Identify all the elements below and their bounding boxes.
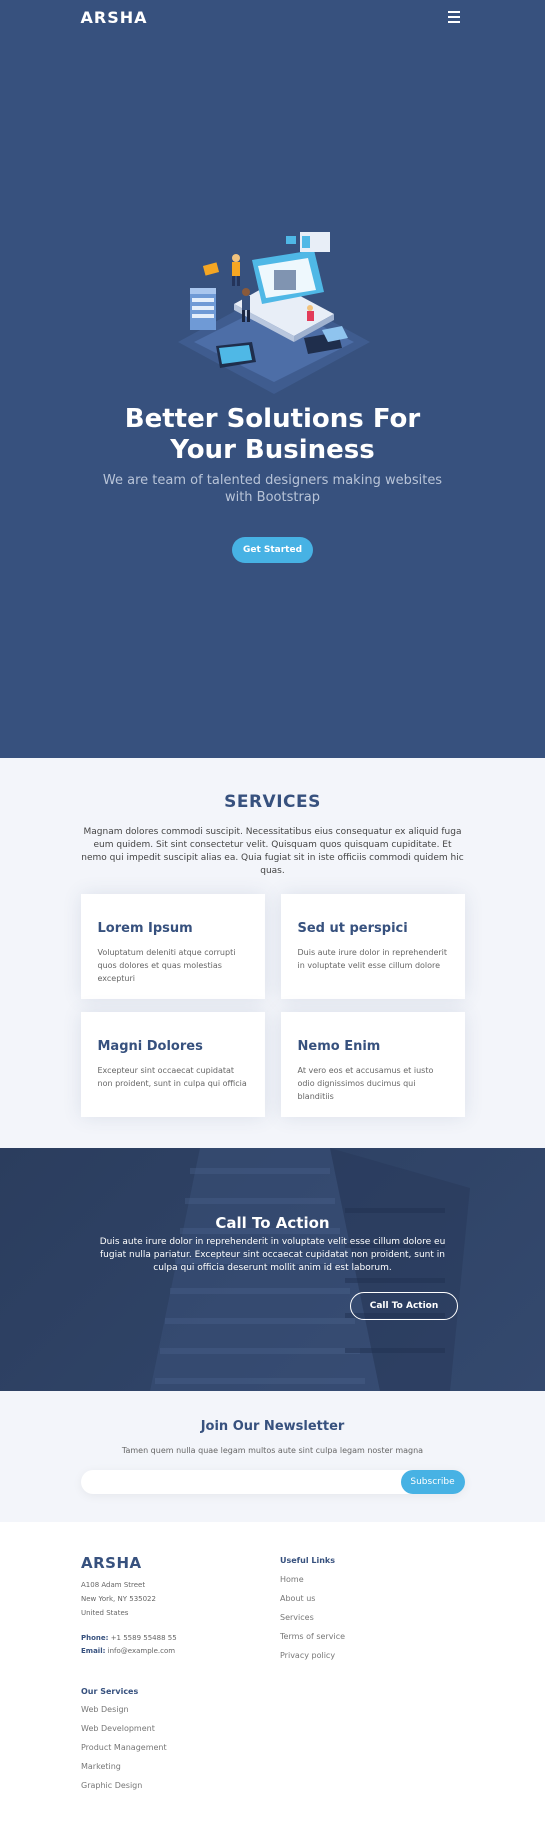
footer-service-web-design[interactable]: Web Design [81, 1700, 167, 1719]
hero-title: Better Solutions For Your Business [124, 404, 421, 465]
get-started-button[interactable]: Get Started [232, 537, 313, 563]
site-logo[interactable]: ARSHA [81, 8, 148, 27]
cta-section: Call To Action Duis aute irure dolor in … [0, 1148, 545, 1391]
footer-link-services[interactable]: Services [280, 1608, 345, 1627]
services-grid: Lorem Ipsum Voluptatum deleniti atque co… [80, 894, 465, 1117]
service-card-title[interactable]: Magni Dolores [98, 1039, 249, 1054]
services-description: Magnam dolores commodi suscipit. Necessi… [81, 827, 464, 876]
useful-links-title: Useful Links [280, 1556, 336, 1565]
cta-title: Call To Action [215, 1214, 330, 1232]
service-card-text: Duis aute irure dolor in reprehenderit i… [297, 948, 448, 970]
service-card-title[interactable]: Sed ut perspici [298, 921, 449, 936]
footer-logo[interactable]: ARSHA [81, 1554, 142, 1572]
phone-number: +1 5589 55488 55 [110, 1634, 177, 1642]
service-card[interactable]: Lorem Ipsum Voluptatum deleniti atque co… [80, 894, 265, 999]
subscribe-button[interactable]: Subscribe [400, 1470, 465, 1494]
footer-link-terms[interactable]: Terms of service [280, 1627, 345, 1646]
service-card[interactable]: Magni Dolores Excepteur sint occaecat cu… [80, 1012, 265, 1117]
hamburger-menu-icon[interactable] [443, 6, 465, 28]
footer-link-privacy[interactable]: Privacy policy [280, 1646, 345, 1665]
email-address: info@example.com [107, 1647, 176, 1655]
service-card[interactable]: Nemo Enim At vero eos et accusamus et iu… [280, 1012, 465, 1117]
service-card-text: Voluptatum deleniti atque corrupti quos … [97, 948, 236, 983]
footer-link-home[interactable]: Home [280, 1570, 345, 1589]
footer-link-about[interactable]: About us [280, 1589, 345, 1608]
newsletter-title: Join Our Newsletter [200, 1419, 345, 1434]
our-services-list: Web Design Web Development Product Manag… [81, 1700, 167, 1795]
service-card-title[interactable]: Lorem Ipsum [98, 921, 249, 936]
newsletter-email-input[interactable] [80, 1470, 381, 1494]
service-card-text: At vero eos et accusamus et iusto odio d… [297, 1066, 434, 1101]
site-footer: ARSHA A108 Adam Street New York, NY 5350… [0, 1522, 545, 1824]
call-to-action-button[interactable]: Call To Action [350, 1292, 458, 1320]
footer-contact: Phone: +1 5589 55488 55 Email: info@exam… [81, 1632, 177, 1658]
cta-text: Duis aute irure dolor in reprehenderit i… [99, 1237, 446, 1273]
service-card-title[interactable]: Nemo Enim [298, 1039, 449, 1054]
service-card-text: Excepteur sint occaecat cupidatat non pr… [97, 1066, 247, 1088]
footer-service-product-management[interactable]: Product Management [81, 1738, 167, 1757]
footer-service-web-development[interactable]: Web Development [81, 1719, 167, 1738]
address-line: A108 Adam Street [81, 1581, 146, 1589]
our-services-title: Our Services [81, 1687, 139, 1696]
site-header: ARSHA [81, 0, 465, 34]
newsletter-text: Tamen quem nulla quae legam multos aute … [121, 1446, 424, 1455]
useful-links-list: Home About us Services Terms of service … [280, 1570, 345, 1665]
hero-subtitle: We are team of talented designers making… [102, 473, 443, 505]
address-line: United States [81, 1609, 129, 1617]
address-line: New York, NY 535022 [81, 1595, 156, 1603]
footer-service-graphic-design[interactable]: Graphic Design [81, 1776, 167, 1795]
services-title: SERVICES [224, 792, 321, 812]
services-section: SERVICES Magnam dolores commodi suscipit… [0, 758, 545, 1148]
hero-section: ARSHA Better Solutions For Your Business… [0, 0, 545, 758]
footer-address: A108 Adam Street New York, NY 535022 Uni… [81, 1578, 156, 1620]
newsletter-section: Join Our Newsletter Tamen quem nulla qua… [0, 1391, 545, 1522]
email-label: Email: [81, 1647, 106, 1655]
service-card[interactable]: Sed ut perspici Duis aute irure dolor in… [280, 894, 465, 999]
hero-illustration [178, 232, 370, 394]
phone-label: Phone: [81, 1634, 109, 1642]
newsletter-form: Subscribe [80, 1470, 465, 1494]
footer-service-marketing[interactable]: Marketing [81, 1757, 167, 1776]
